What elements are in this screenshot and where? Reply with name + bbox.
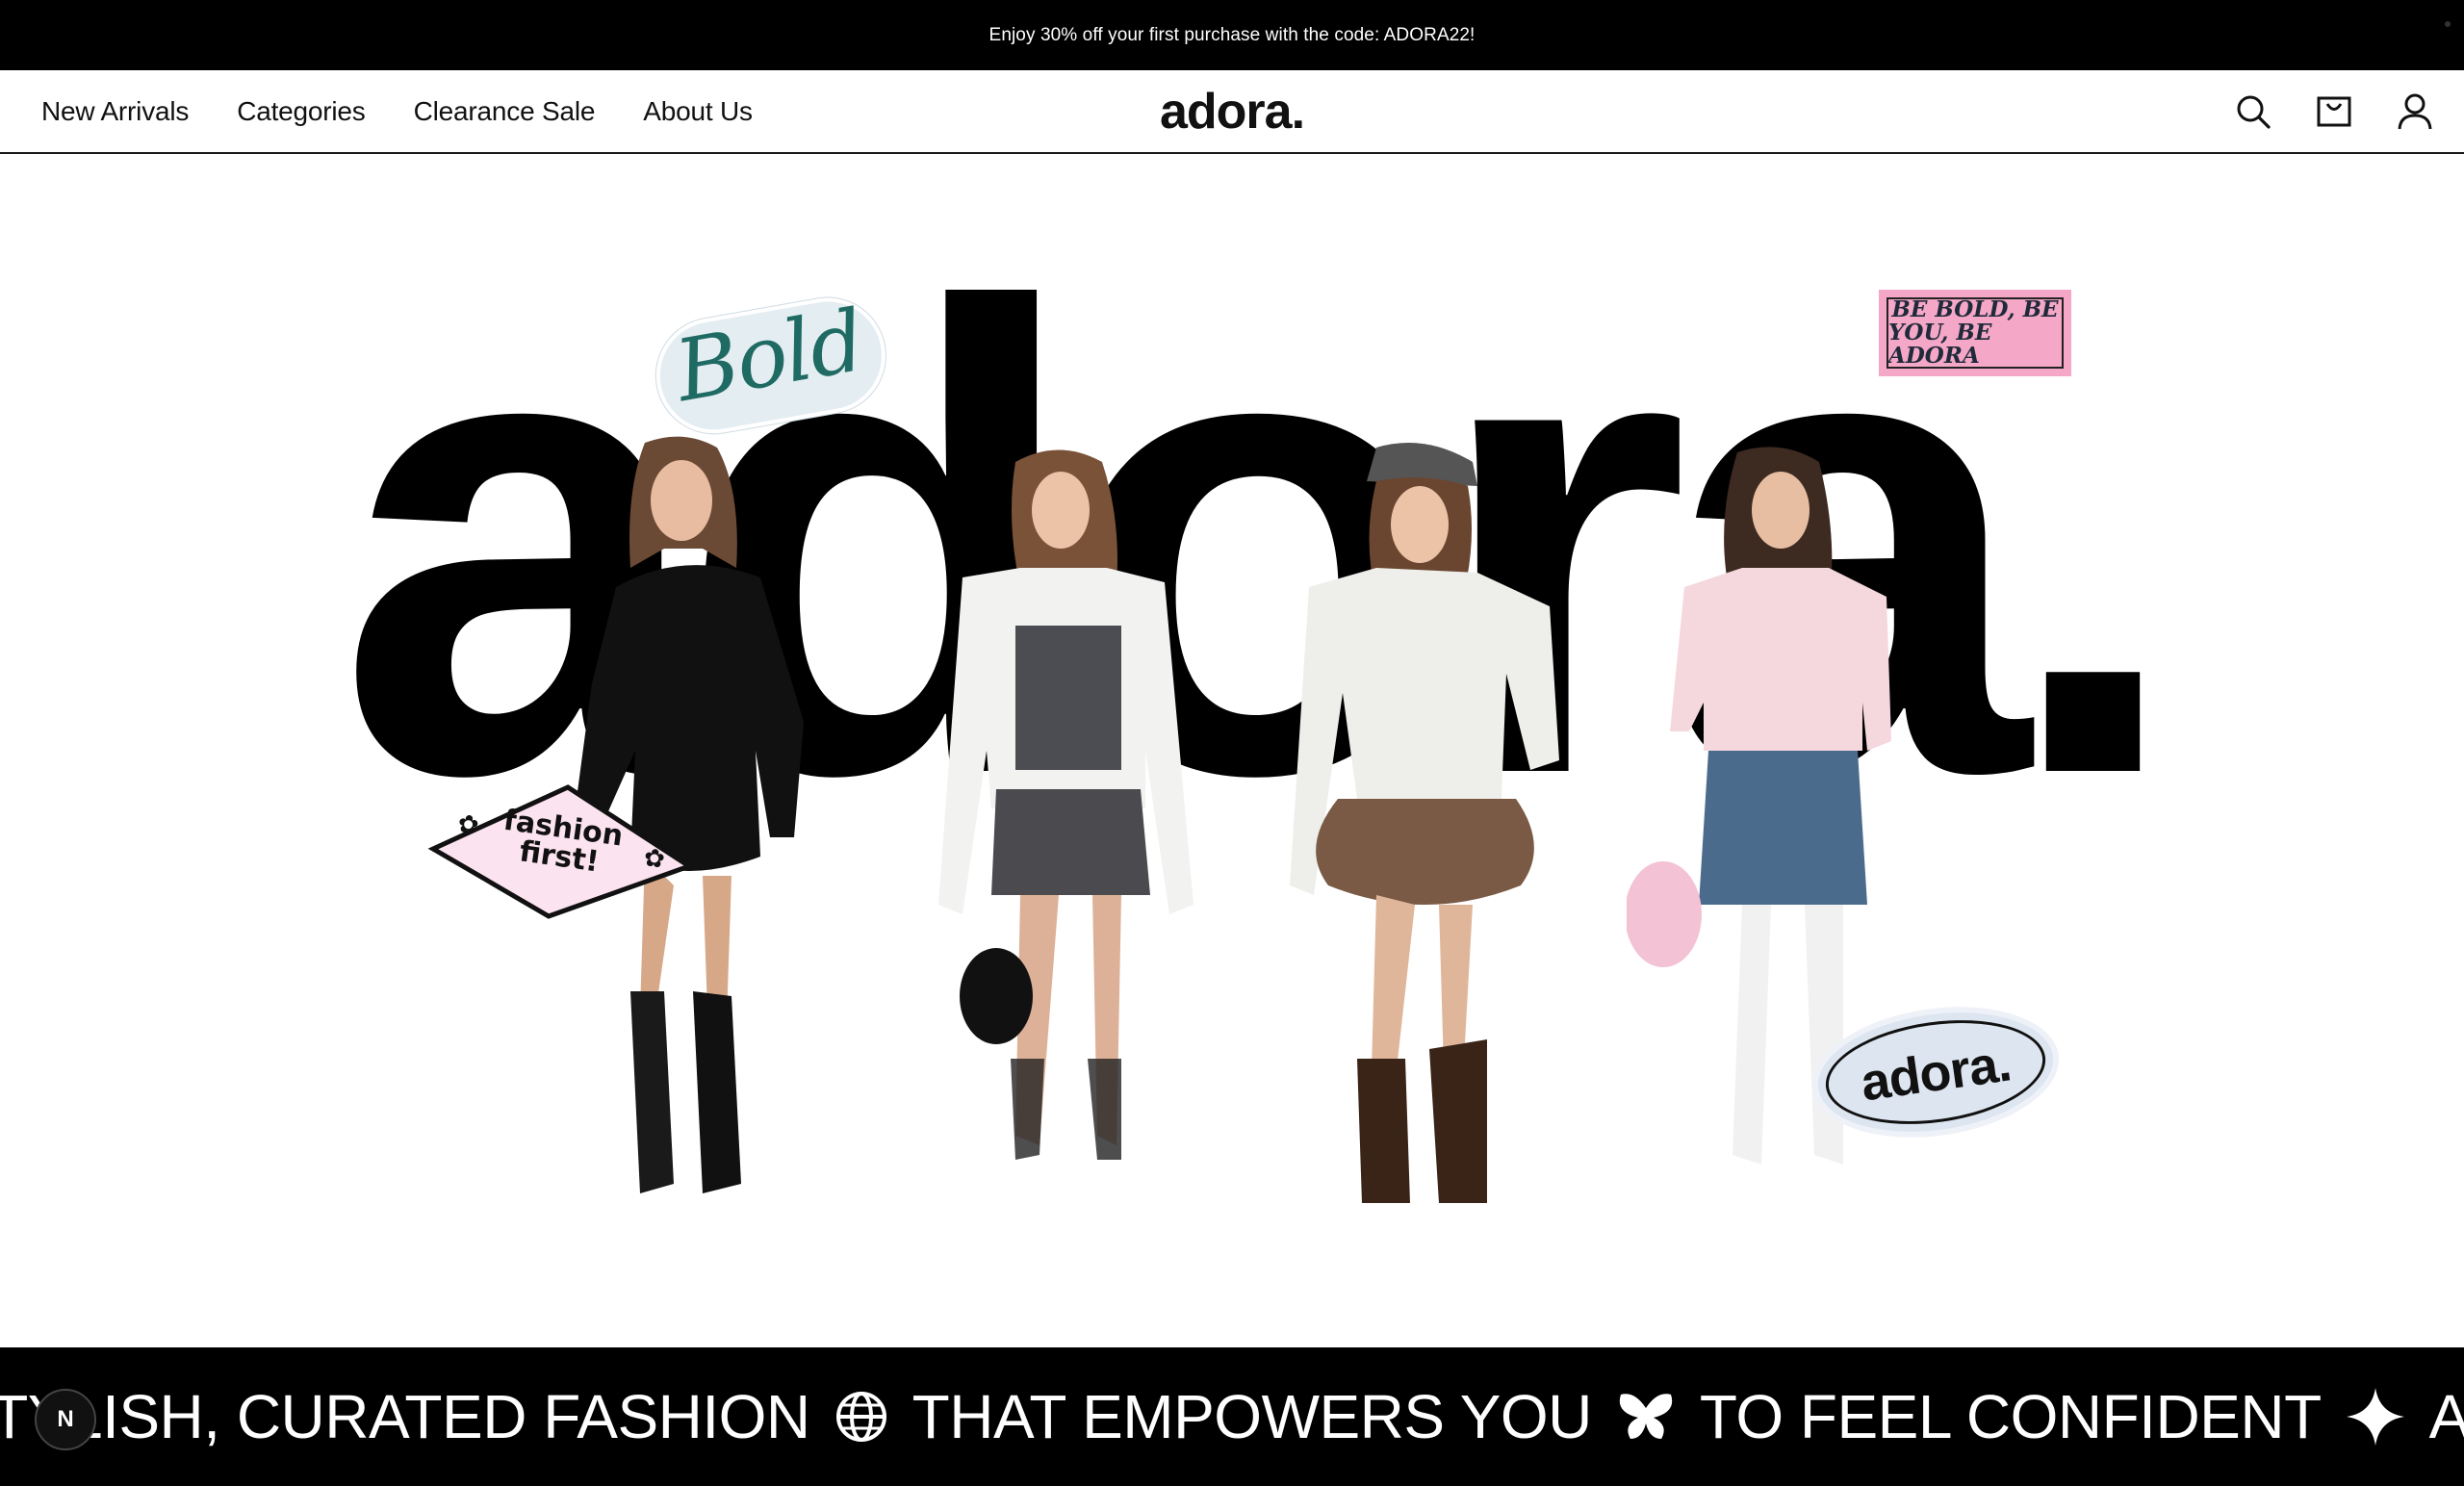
announcement-bar: Enjoy 30% off your first purchase with t…	[0, 0, 2464, 70]
site-header: New Arrivals Categories Clearance Sale A…	[0, 70, 2464, 154]
account-icon[interactable]	[2395, 91, 2435, 132]
site-logo[interactable]: adora.	[1160, 83, 1305, 141]
search-icon[interactable]	[2233, 91, 2273, 132]
sparkle-icon	[2346, 1388, 2404, 1446]
model-image-3	[1290, 443, 1559, 1203]
model-image-2	[938, 449, 1194, 1160]
dev-tools-badge[interactable]: N	[35, 1389, 96, 1450]
header-actions	[2233, 70, 2435, 152]
marquee-text-4: AND BEA	[2428, 1382, 2464, 1451]
nav-item-categories[interactable]: Categories	[237, 96, 366, 127]
butterfly-icon	[1617, 1391, 1675, 1443]
marquee-text-1: STYLISH, CURATED FASHION	[0, 1382, 810, 1451]
main-nav: New Arrivals Categories Clearance Sale A…	[41, 70, 801, 152]
marquee-text-2: THAT EMPOWERS YOU	[911, 1382, 1593, 1451]
marquee-track: STYLISH, CURATED FASHION THAT EMPOWERS Y…	[0, 1347, 2464, 1486]
fashion-first-sticker: ✿ fashion first! ✿	[424, 780, 699, 924]
marquee-text-3: TO FEEL CONFIDENT	[1699, 1382, 2322, 1451]
be-bold-line-1: BE BOLD, BE	[1891, 295, 2059, 322]
nav-item-new-arrivals[interactable]: New Arrivals	[41, 96, 189, 127]
nav-item-about-us[interactable]: About Us	[643, 96, 753, 127]
be-bold-line-2: YOU, BE ADORA	[1888, 319, 1992, 370]
announcement-dot	[2445, 21, 2451, 27]
dev-tools-badge-label: N	[57, 1406, 74, 1432]
nav-item-clearance-sale[interactable]: Clearance Sale	[414, 96, 596, 127]
marquee-banner: STYLISH, CURATED FASHION THAT EMPOWERS Y…	[0, 1347, 2464, 1486]
flower-icon: ✿	[455, 809, 481, 841]
be-bold-sticker: BE BOLD, BE YOU, BE ADORA	[1879, 290, 2071, 376]
announcement-text: Enjoy 30% off your first purchase with t…	[988, 24, 1476, 45]
flower-icon: ✿	[641, 843, 667, 875]
hero-banner[interactable]: adora. Bold BE BOLD, BE YOU, BE ADORA ✿ …	[0, 154, 2464, 1347]
shopping-bag-icon[interactable]	[2314, 91, 2354, 132]
globe-icon	[835, 1391, 887, 1443]
